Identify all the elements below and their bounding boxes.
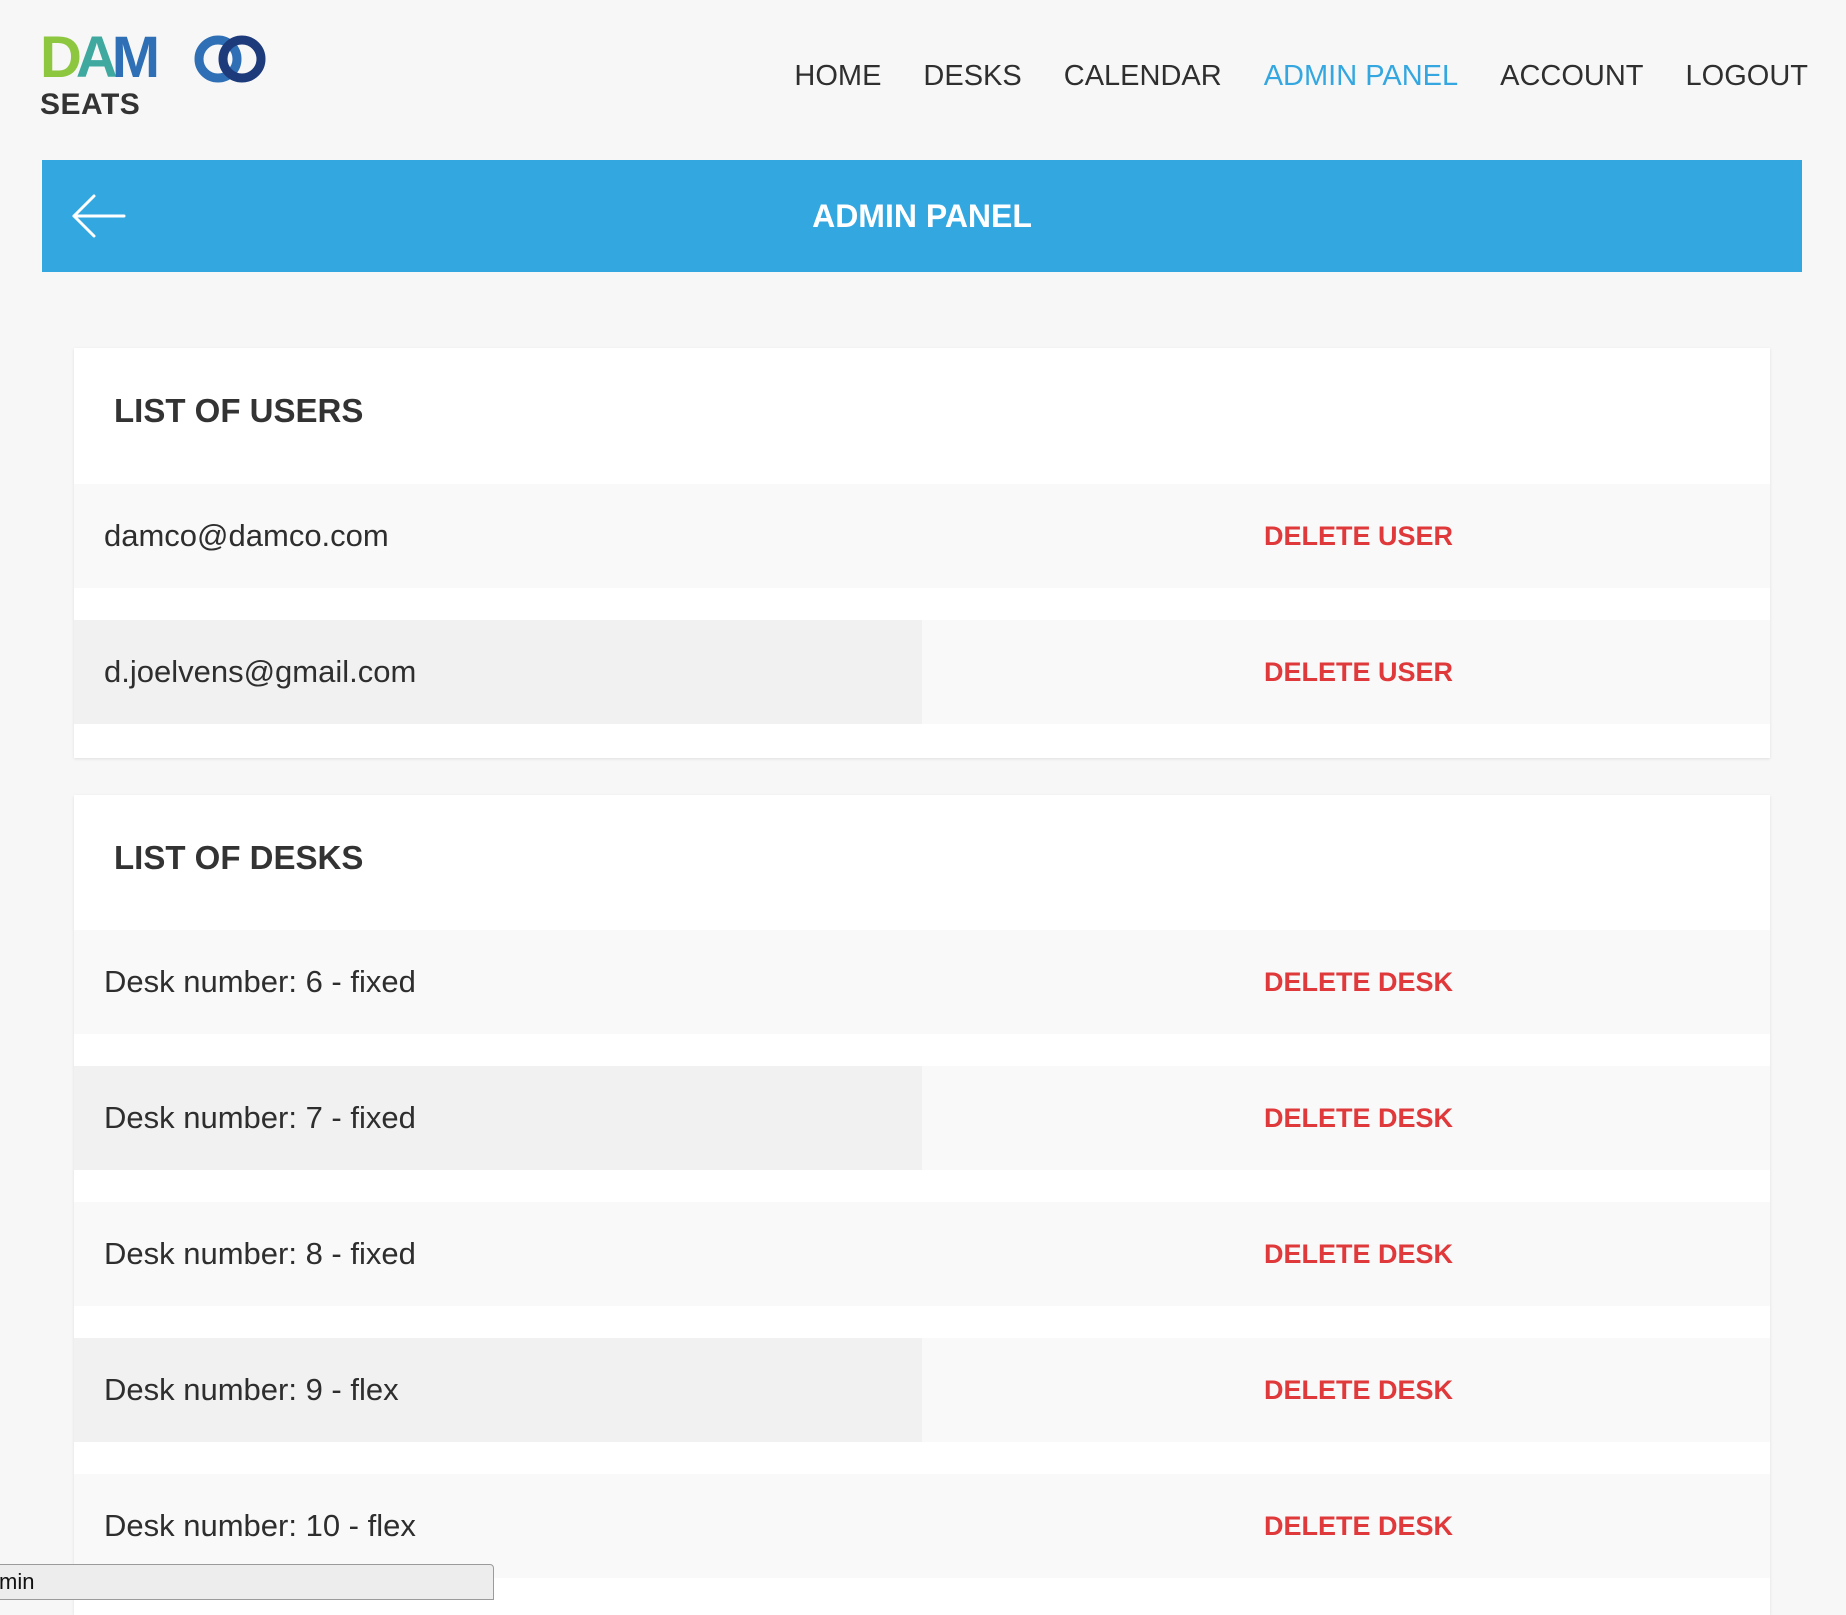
users-card: LIST OF USERS damco@damco.com DELETE USE… xyxy=(74,348,1770,758)
nav-logout[interactable]: LOGOUT xyxy=(1686,60,1808,93)
nav-admin-panel[interactable]: ADMIN PANEL xyxy=(1264,60,1458,93)
delete-desk-button[interactable]: DELETE DESK xyxy=(1264,930,1453,1034)
desk-row: Desk number: 9 - flex DELETE DESK xyxy=(74,1338,1770,1442)
status-tooltip: min xyxy=(0,1564,494,1600)
logo-letter-d: D xyxy=(40,25,82,90)
user-email: d.joelvens@gmail.com xyxy=(104,654,417,689)
nav-account[interactable]: ACCOUNT xyxy=(1500,60,1643,93)
nav-home[interactable]: HOME xyxy=(794,60,881,93)
logo-subtitle: SEATS xyxy=(40,88,141,121)
user-row: d.joelvens@gmail.com DELETE USER xyxy=(74,620,1770,724)
delete-desk-button[interactable]: DELETE DESK xyxy=(1264,1338,1453,1442)
desk-label: Desk number: 10 - flex xyxy=(104,1508,416,1543)
desk-row: Desk number: 8 - fixed DELETE DESK xyxy=(74,1202,1770,1306)
desks-card: LIST OF DESKS Desk number: 6 - fixed DEL… xyxy=(74,795,1770,1615)
desk-row: Desk number: 6 - fixed DELETE DESK xyxy=(74,930,1770,1034)
logo-circles-icon xyxy=(194,35,266,83)
users-card-title: LIST OF USERS xyxy=(114,392,364,429)
nav-calendar[interactable]: CALENDAR xyxy=(1064,60,1222,93)
damco-seats-logo[interactable]: DAM SEATS xyxy=(40,29,266,121)
delete-desk-button[interactable]: DELETE DESK xyxy=(1264,1202,1453,1306)
desk-label: Desk number: 8 - fixed xyxy=(104,1236,416,1271)
main-nav: HOME DESKS CALENDAR ADMIN PANEL ACCOUNT … xyxy=(794,60,1808,93)
desks-card-title: LIST OF DESKS xyxy=(114,839,364,876)
desk-label: Desk number: 6 - fixed xyxy=(104,964,416,999)
nav-desks[interactable]: DESKS xyxy=(923,60,1021,93)
desk-label: Desk number: 7 - fixed xyxy=(104,1100,416,1135)
delete-user-button[interactable]: DELETE USER xyxy=(1264,484,1453,588)
desk-label: Desk number: 9 - flex xyxy=(104,1372,399,1407)
logo-wordmark: DAM xyxy=(40,29,160,87)
logo-letter-a: A xyxy=(75,25,118,90)
page-title-bar: ADMIN PANEL xyxy=(42,160,1802,272)
delete-desk-button[interactable]: DELETE DESK xyxy=(1264,1066,1453,1170)
page-title: ADMIN PANEL xyxy=(812,198,1032,234)
desk-row: Desk number: 10 - flex DELETE DESK xyxy=(74,1474,1770,1578)
logo-letter-m: M xyxy=(111,25,160,90)
desk-row: Desk number: 7 - fixed DELETE DESK xyxy=(74,1066,1770,1170)
user-row: damco@damco.com DELETE USER xyxy=(74,484,1770,588)
delete-desk-button[interactable]: DELETE DESK xyxy=(1264,1474,1453,1578)
status-tooltip-text: min xyxy=(0,1569,35,1594)
delete-user-button[interactable]: DELETE USER xyxy=(1264,620,1453,724)
user-email: damco@damco.com xyxy=(104,518,389,553)
